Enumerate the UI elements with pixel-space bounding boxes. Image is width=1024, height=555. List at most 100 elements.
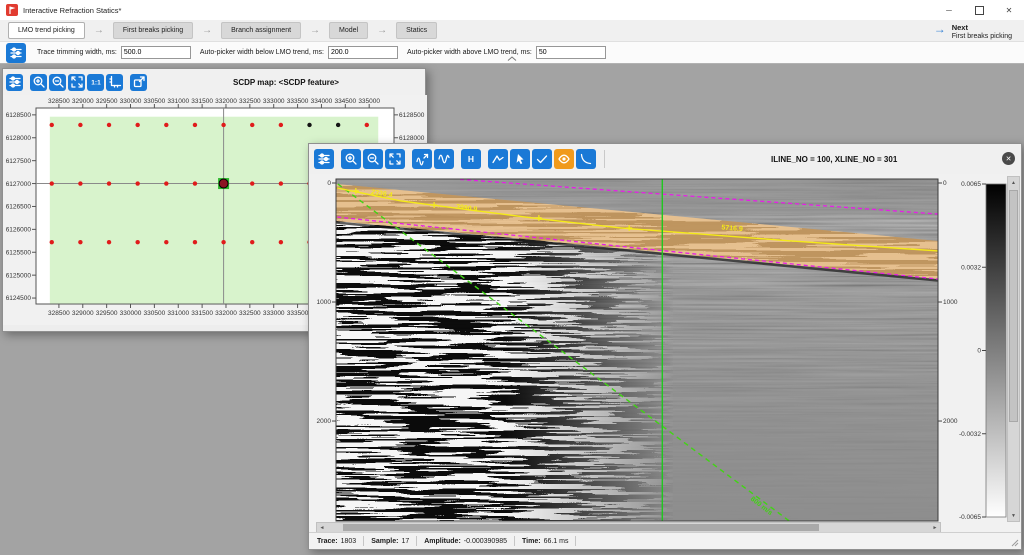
cursor-select-button[interactable] <box>510 149 530 169</box>
workflow-arrow-icon: → <box>94 26 104 36</box>
settings-sliders-button[interactable] <box>314 149 334 169</box>
tab-model[interactable]: Model <box>329 22 368 39</box>
vertical-scroll-thumb[interactable] <box>1009 190 1018 422</box>
scdp-point[interactable] <box>78 181 82 185</box>
wiggle-trace-button[interactable] <box>434 149 454 169</box>
tab-lmo-trend-picking[interactable]: LMO trend picking <box>8 22 85 39</box>
scdp-point[interactable] <box>107 181 111 185</box>
fit-view-icon <box>70 75 84 89</box>
zoom-in-button[interactable] <box>30 74 47 91</box>
close-panel-button[interactable]: ✕ <box>1002 152 1015 165</box>
close-button[interactable]: ✕ <box>994 0 1024 20</box>
scdp-map-title: SCDP map: <SCDP feature> <box>233 78 339 87</box>
svg-text:333500: 333500 <box>287 98 309 105</box>
window-controls: ─ ✕ <box>934 0 1024 20</box>
trace-trimming-width-input[interactable] <box>121 46 191 59</box>
fit-view-button[interactable] <box>68 74 85 91</box>
scdp-point[interactable] <box>250 123 254 127</box>
one-to-one-button[interactable]: 1:1 <box>87 74 104 91</box>
scdp-map-toolbar-icons: 1:1 <box>6 74 149 91</box>
tab-statics[interactable]: Statics <box>396 22 437 39</box>
axes-limits-button[interactable] <box>106 74 123 91</box>
tab-first-breaks-picking[interactable]: First breaks picking <box>113 22 193 39</box>
scdp-point[interactable] <box>107 240 111 244</box>
scdp-point[interactable] <box>336 123 340 127</box>
scdp-point[interactable] <box>135 240 139 244</box>
peak-pick-button[interactable] <box>488 149 508 169</box>
zoom-in-icon <box>32 75 46 89</box>
horizon-h-button[interactable]: H <box>461 149 481 169</box>
zoom-out-button[interactable] <box>363 149 383 169</box>
trend-pick-icon <box>415 152 429 166</box>
scdp-point[interactable] <box>279 240 283 244</box>
seismic-toolbar: H ILINE_NO = 100, XLINE_NO = 301 ✕ <box>309 144 1021 174</box>
scdp-point[interactable] <box>193 123 197 127</box>
vertical-scrollbar[interactable]: ▲ ▼ <box>1007 176 1020 522</box>
maximize-icon <box>975 6 984 15</box>
scroll-right-arrow-icon[interactable]: ► <box>930 523 940 532</box>
scdp-point[interactable] <box>279 123 283 127</box>
svg-text:0: 0 <box>977 348 981 355</box>
scdp-point[interactable] <box>50 181 54 185</box>
status-amplitude: Amplitude:-0.000390985 <box>424 538 507 545</box>
hyperbola-curve-icon <box>579 152 593 166</box>
scdp-point[interactable] <box>164 240 168 244</box>
scdp-point[interactable] <box>50 240 54 244</box>
workflow-arrow-icon: → <box>310 26 320 36</box>
resize-grip-icon[interactable] <box>1011 539 1019 547</box>
scroll-up-arrow-icon[interactable]: ▲ <box>1008 177 1019 188</box>
amplitude-colorbar <box>986 184 1006 517</box>
next-step-button[interactable]: → Next First breaks picking <box>934 23 1012 40</box>
svg-text:6125000: 6125000 <box>6 272 32 279</box>
trend-pick-button[interactable] <box>412 149 432 169</box>
svg-text:329500: 329500 <box>96 310 118 317</box>
visibility-eye-button[interactable] <box>554 149 574 169</box>
minimize-button[interactable]: ─ <box>934 0 964 20</box>
scdp-point[interactable] <box>250 181 254 185</box>
svg-text:1000: 1000 <box>317 299 332 306</box>
svg-text:0: 0 <box>327 180 331 187</box>
hyperbola-curve-button[interactable] <box>576 149 596 169</box>
fit-view-icon <box>388 152 402 166</box>
scdp-point[interactable] <box>307 123 311 127</box>
scdp-point[interactable] <box>193 240 197 244</box>
export-button[interactable] <box>130 74 147 91</box>
seismic-plot[interactable]: 2336.43990.95716.9800 m/s001000100020002… <box>309 174 1008 522</box>
fit-view-button[interactable] <box>385 149 405 169</box>
svg-text:6128500: 6128500 <box>399 112 425 119</box>
scdp-point[interactable] <box>78 240 82 244</box>
next-title: Next <box>952 23 1012 32</box>
settings-sliders-button[interactable] <box>6 74 23 91</box>
tab-branch-assignment[interactable]: Branch assignment <box>221 22 301 39</box>
svg-text:329500: 329500 <box>96 98 118 105</box>
scdp-point[interactable] <box>135 181 139 185</box>
scdp-point[interactable] <box>193 181 197 185</box>
lmo-settings-button[interactable] <box>6 43 26 63</box>
collapse-panel-button[interactable] <box>507 56 517 63</box>
svg-text:6124500: 6124500 <box>6 295 32 302</box>
svg-text:335000: 335000 <box>358 98 380 105</box>
scdp-point[interactable] <box>365 123 369 127</box>
zoom-out-button[interactable] <box>49 74 66 91</box>
apply-check-button[interactable] <box>532 149 552 169</box>
horizontal-scroll-thumb[interactable] <box>343 524 819 531</box>
scdp-point[interactable] <box>164 123 168 127</box>
scdp-point[interactable] <box>279 181 283 185</box>
scdp-point[interactable] <box>164 181 168 185</box>
scdp-point[interactable] <box>135 123 139 127</box>
scdp-point[interactable] <box>50 123 54 127</box>
scdp-point[interactable] <box>78 123 82 127</box>
scdp-point[interactable] <box>221 240 225 244</box>
maximize-button[interactable] <box>964 0 994 20</box>
zoom-in-button[interactable] <box>341 149 361 169</box>
svg-text:6128500: 6128500 <box>6 112 32 119</box>
scroll-left-arrow-icon[interactable]: ◄ <box>317 523 327 532</box>
scdp-point[interactable] <box>250 240 254 244</box>
settings-sliders-icon <box>8 75 22 89</box>
scdp-point[interactable] <box>221 123 225 127</box>
autopicker-above-input[interactable] <box>536 46 606 59</box>
svg-text:331500: 331500 <box>191 310 213 317</box>
scdp-point[interactable] <box>107 123 111 127</box>
autopicker-below-input[interactable] <box>328 46 398 59</box>
scroll-down-arrow-icon[interactable]: ▼ <box>1008 510 1019 521</box>
